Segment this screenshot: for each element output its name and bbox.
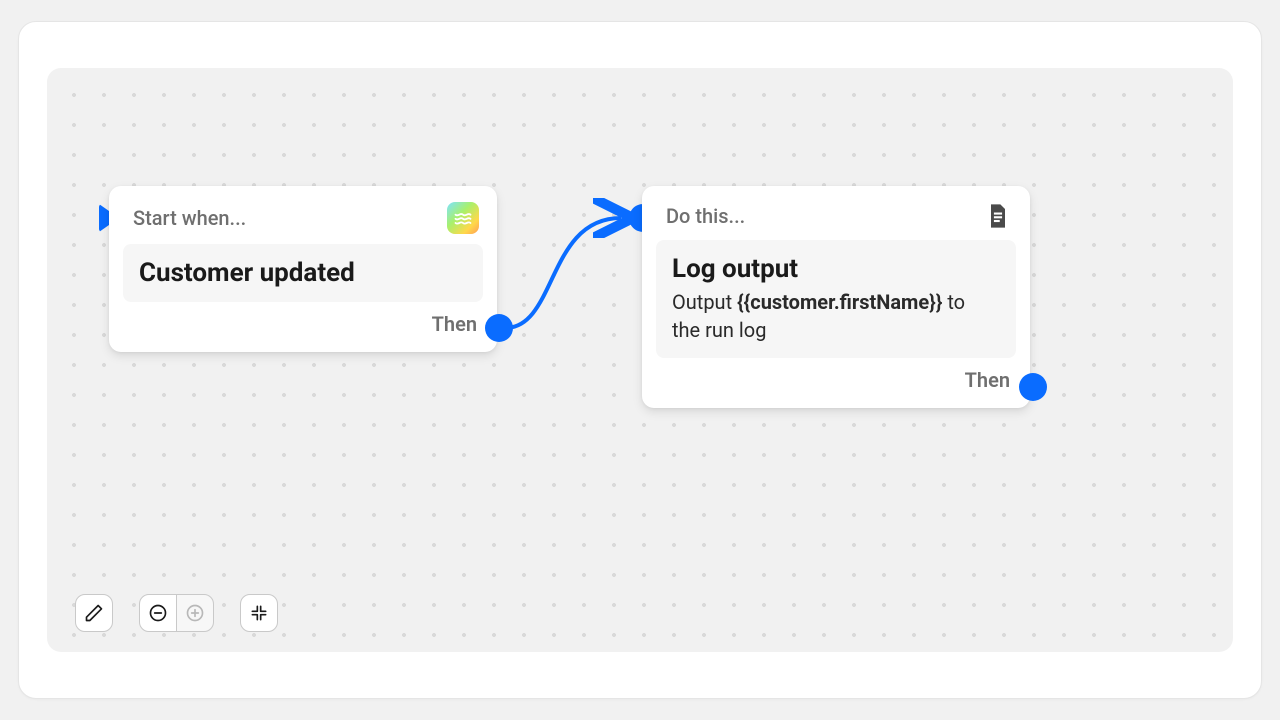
plus-circle-icon <box>185 603 205 623</box>
desc-text: Output <box>672 290 737 314</box>
node-header-label: Start when... <box>133 206 246 230</box>
node-header: Start when... <box>123 200 483 244</box>
document-icon <box>984 202 1012 230</box>
minimize-icon <box>249 603 269 623</box>
node-title: Customer updated <box>139 258 467 288</box>
trigger-output-port[interactable] <box>485 314 513 342</box>
edit-button[interactable] <box>75 594 113 632</box>
flow-app-icon <box>447 202 479 234</box>
canvas-toolbar <box>75 594 278 632</box>
pencil-icon <box>84 603 104 623</box>
connector-wire <box>47 68 1233 652</box>
workflow-canvas[interactable]: Start when... Customer updated Then <box>47 68 1233 652</box>
desc-variable: {{customer.firstName}} <box>737 290 942 314</box>
zoom-button-group <box>139 594 214 632</box>
node-body: Customer updated <box>123 244 483 302</box>
zoom-in-button <box>176 594 214 632</box>
trigger-node[interactable]: Start when... Customer updated Then <box>109 186 497 352</box>
node-then-row: Then <box>656 368 1016 392</box>
node-header: Do this... <box>656 200 1016 240</box>
node-body: Log output Output {{customer.firstName}}… <box>656 240 1016 358</box>
action-node[interactable]: Do this... Log output Output {{customer.… <box>642 186 1030 408</box>
node-header-label: Do this... <box>666 204 745 228</box>
node-then-row: Then <box>123 312 483 336</box>
then-label: Then <box>965 368 1010 392</box>
workflow-editor-panel: Start when... Customer updated Then <box>18 21 1262 699</box>
node-title: Log output <box>672 254 1000 284</box>
zoom-out-button[interactable] <box>139 594 177 632</box>
node-description: Output {{customer.firstName}} to the run… <box>672 288 982 344</box>
then-label: Then <box>432 312 477 336</box>
minus-circle-icon <box>148 603 168 623</box>
action-output-port[interactable] <box>1019 373 1047 401</box>
fit-screen-button[interactable] <box>240 594 278 632</box>
